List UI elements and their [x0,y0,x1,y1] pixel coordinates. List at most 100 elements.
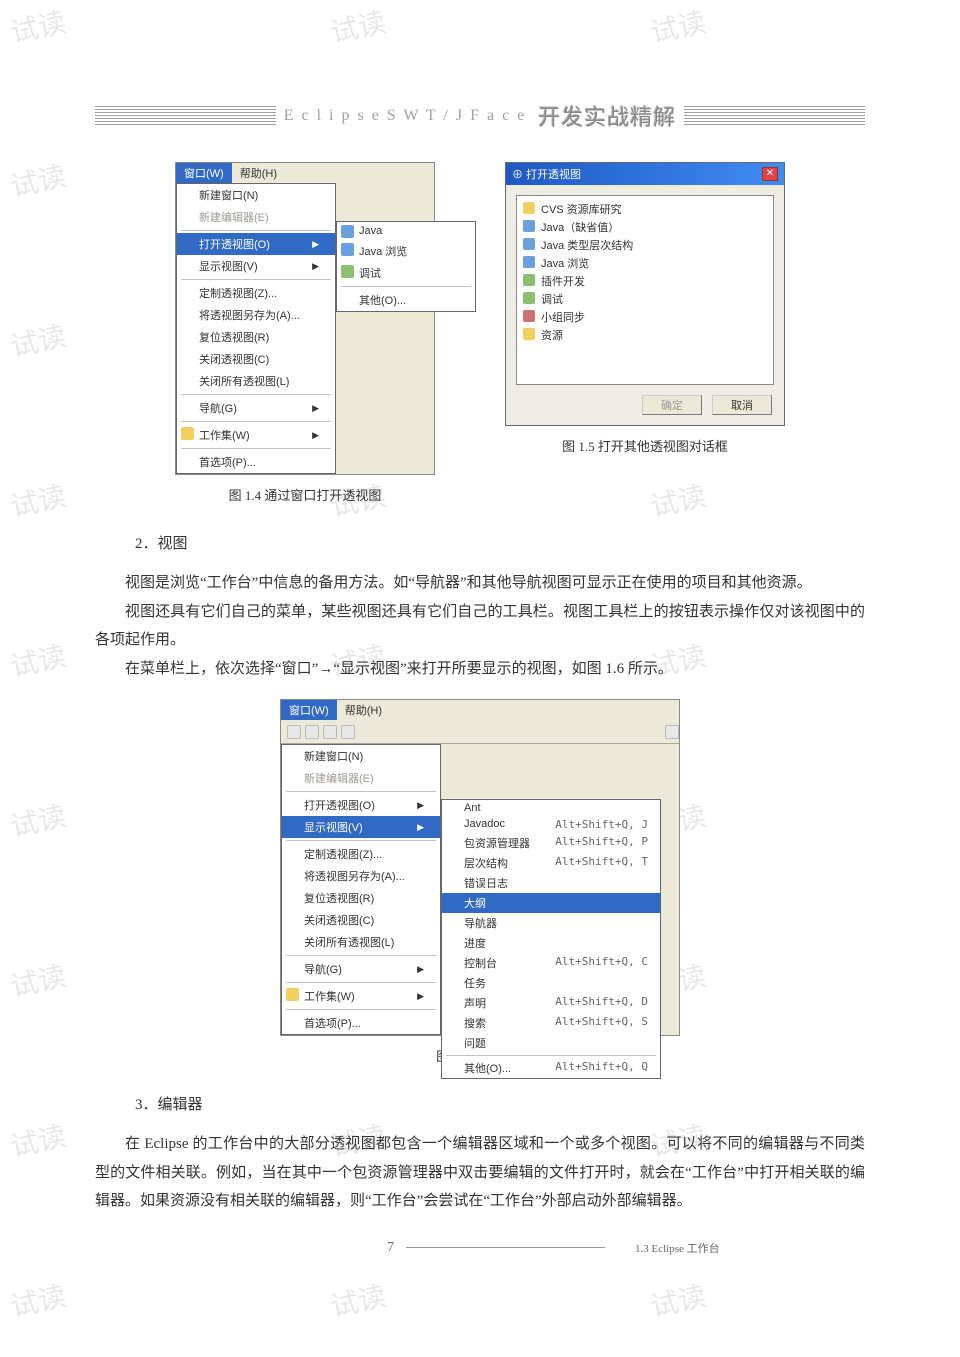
menu-open-perspective-label: 打开透视图(O) [304,797,375,813]
toolbar-icon [323,725,337,739]
ok-button[interactable]: 确定 [642,395,702,415]
menu-save-perspective[interactable]: 将透视图另存为(A)... [282,865,440,887]
toolbar-icon [341,725,355,739]
cancel-button[interactable]: 取消 [712,395,772,415]
menu-open-perspective[interactable]: 打开透视图(O) ▶ [282,794,440,816]
menu-working-set-label: 工作集(W) [199,427,250,443]
menu-close-perspective[interactable]: 关闭透视图(C) [282,909,440,931]
menu-new-window[interactable]: 新建窗口(N) [177,184,335,206]
view-javadoc[interactable]: Javadoc Alt+Shift+Q, J [442,816,660,833]
view-search-label: 搜索 [464,1015,486,1031]
view-declaration[interactable]: 声明 Alt+Shift+Q, D [442,993,660,1013]
menu-open-perspective[interactable]: 打开透视图(O) ▶ [177,233,335,255]
menu-working-set[interactable]: 工作集(W) ▶ [282,985,440,1007]
submenu-debug-label: 调试 [359,265,381,281]
close-icon[interactable]: ✕ [762,167,778,181]
page-number: 7 [375,1240,406,1256]
perspective-java-default[interactable]: Java（缺省值） [521,218,769,236]
section-3-head: 3．编辑器 [135,1093,865,1114]
view-tasks[interactable]: 任务 [442,973,660,993]
view-prog-label: 进度 [464,935,486,951]
figure-1-5: ⊕ 打开透视图 ✕ CVS 资源库研究 Java（缺省值） Java 类型层次结… [505,162,785,504]
view-task-label: 任务 [464,975,486,991]
dialog-title: ⊕ 打开透视图 [512,166,581,182]
menu-navigation[interactable]: 导航(G) ▶ [177,397,335,419]
header-rule-left [95,106,276,126]
footer-section-label: 1.3 Eclipse 工作台 [605,1240,865,1256]
view-console[interactable]: 控制台 Alt+Shift+Q, C [442,953,660,973]
perspective-team-sync[interactable]: 小组同步 [521,308,769,326]
submenu-other[interactable]: 其他(O)... [337,289,475,311]
menu-reset-perspective[interactable]: 复位透视图(R) [177,326,335,348]
view-outline[interactable]: 大纲 [442,893,660,913]
page-header: E c l i p s e S W T / J F a c e 开发实战精解 [95,100,865,132]
dialog-titlebar: ⊕ 打开透视图 ✕ [506,163,784,185]
menu-new-window[interactable]: 新建窗口(N) [282,745,440,767]
menu-close-all-perspective[interactable]: 关闭所有透视图(L) [177,370,335,392]
section-2-para-2: 视图还具有它们自己的菜单，某些视图还具有它们自己的工具栏。视图工具栏上的按钮表示… [95,598,865,655]
view-con-label: 控制台 [464,955,497,971]
menu-open-perspective-label: 打开透视图(O) [199,236,270,252]
footer-rule [406,1247,605,1248]
figures-row-1: 窗口(W) 帮助(H) 新建窗口(N) 新建编辑器(E) 打开透视图(O) ▶ … [95,162,865,504]
section-2-para-1: 视图是浏览“工作台”中信息的备用方法。如“导航器”和其他导航视图可显示正在使用的… [95,569,865,598]
menubar-help[interactable]: 帮助(H) [232,163,285,183]
view-progress[interactable]: 进度 [442,933,660,953]
menu-sep [286,1009,436,1010]
menubar-help[interactable]: 帮助(H) [337,700,390,720]
menu-save-perspective[interactable]: 将透视图另存为(A)... [177,304,335,326]
menu-working-set[interactable]: 工作集(W) ▶ [177,424,335,446]
view-navigator[interactable]: 导航器 [442,913,660,933]
menu-preferences[interactable]: 首选项(P)... [282,1012,440,1034]
view-package-explorer[interactable]: 包资源管理器 Alt+Shift+Q, P [442,833,660,853]
toolbar-icon [305,725,319,739]
menu-close-perspective[interactable]: 关闭透视图(C) [177,348,335,370]
menu-navigation[interactable]: 导航(G) ▶ [282,958,440,980]
view-error-log[interactable]: 错误日志 [442,873,660,893]
menu-show-view[interactable]: 显示视图(V) ▶ [177,255,335,277]
view-search[interactable]: 搜索 Alt+Shift+Q, S [442,1013,660,1033]
perspective-debug[interactable]: 调试 [521,290,769,308]
perspective-java-browse[interactable]: Java 浏览 [521,254,769,272]
view-other-shortcut: Alt+Shift+Q, Q [555,1060,648,1076]
menu-nav-label: 导航(G) [199,400,237,416]
menu-customize-perspective[interactable]: 定制透视图(Z)... [177,282,335,304]
view-pkg-shortcut: Alt+Shift+Q, P [555,835,648,851]
section-2-head: 2．视图 [135,532,865,553]
dialog-body: CVS 资源库研究 Java（缺省值） Java 类型层次结构 Java 浏览 … [516,195,774,385]
view-other[interactable]: 其他(O)... Alt+Shift+Q, Q [442,1058,660,1078]
menu-close-all-perspective[interactable]: 关闭所有透视图(L) [282,931,440,953]
menu-customize-perspective[interactable]: 定制透视图(Z)... [282,843,440,865]
fig4-menubar: 窗口(W) 帮助(H) [176,163,434,183]
fig6-menubar: 窗口(W) 帮助(H) [281,700,679,720]
submenu-java-browse-label: Java 浏览 [359,243,407,259]
perspective-plugin-dev[interactable]: 插件开发 [521,272,769,290]
view-nav-label: 导航器 [464,915,497,931]
perspective-java-type[interactable]: Java 类型层次结构 [521,236,769,254]
view-javadoc-label: Javadoc [464,818,505,831]
view-con-shortcut: Alt+Shift+Q, C [555,955,648,971]
menu-show-view[interactable]: 显示视图(V) ▶ [282,816,440,838]
header-eclipse-text: E c l i p s e S W T / J F a c e [284,107,527,125]
view-pkg-label: 包资源管理器 [464,835,530,851]
menu-preferences[interactable]: 首选项(P)... [177,451,335,473]
submenu-java[interactable]: Java [337,222,475,240]
submenu-arrow-icon: ▶ [312,403,319,414]
menubar-window[interactable]: 窗口(W) [176,163,232,183]
submenu-arrow-icon: ▶ [312,261,319,272]
menubar-window[interactable]: 窗口(W) [281,700,337,720]
page: E c l i p s e S W T / J F a c e 开发实战精解 窗… [0,0,960,1316]
view-ant[interactable]: Ant [442,800,660,816]
menu-show-view-label: 显示视图(V) [304,819,363,835]
perspective-resource[interactable]: 资源 [521,326,769,344]
perspective-cvs[interactable]: CVS 资源库研究 [521,200,769,218]
view-problems[interactable]: 问题 [442,1033,660,1053]
view-hierarchy[interactable]: 层次结构 Alt+Shift+Q, T [442,853,660,873]
menu-sep [286,791,436,792]
submenu-java-browse[interactable]: Java 浏览 [337,240,475,262]
menu-sep [181,279,331,280]
menu-sep [286,840,436,841]
menu-reset-perspective[interactable]: 复位透视图(R) [282,887,440,909]
submenu-debug[interactable]: 调试 [337,262,475,284]
folder-icon [181,427,194,440]
